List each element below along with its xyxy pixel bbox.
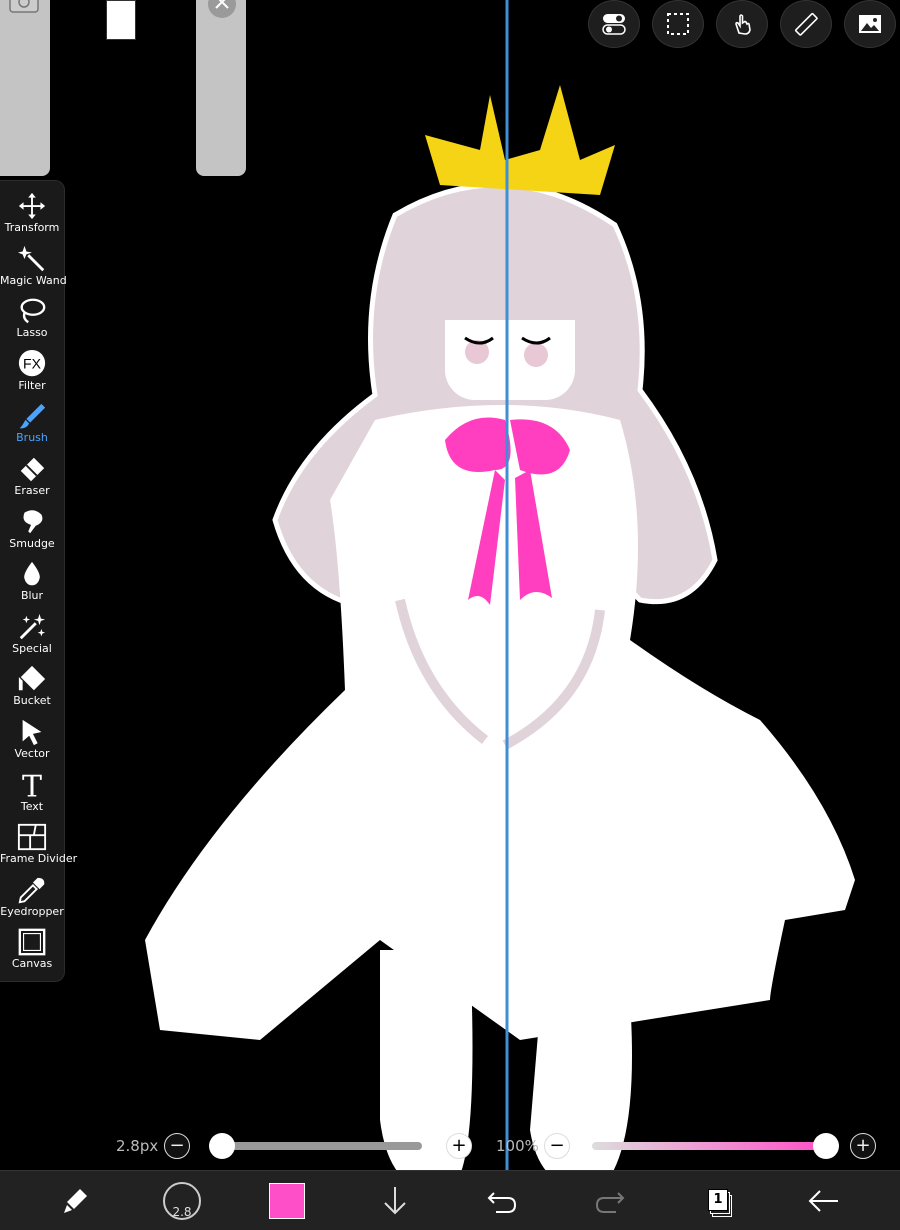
cursor-arrow-icon (22, 719, 42, 746)
droplet-icon (24, 562, 40, 586)
download-arrow-icon[interactable] (373, 1179, 417, 1223)
top-toolbar (588, 0, 896, 52)
brush-size-minus-button[interactable]: − (164, 1133, 190, 1159)
brush-size-indicator[interactable]: 2.8 (160, 1179, 204, 1223)
tool-label: Eraser (14, 484, 50, 497)
opacity-plus-button[interactable]: + (850, 1133, 876, 1159)
smudge-icon (23, 509, 43, 533)
selection-icon[interactable] (652, 0, 704, 48)
image-icon[interactable] (844, 0, 896, 48)
panel-left-slab (0, 0, 50, 176)
move-arrows-icon (18, 192, 46, 220)
tool-palette: Transform Magic Wand Lasso FX Filter Brush Era… (0, 180, 78, 982)
camera-icon[interactable] (8, 0, 40, 14)
opacity-knob[interactable] (813, 1133, 839, 1159)
tool-label: Frame Divider (0, 852, 78, 866)
lasso-icon (20, 298, 46, 324)
panel-right-slab (196, 0, 246, 176)
bucket-icon (18, 666, 46, 691)
redo-icon[interactable] (588, 1179, 632, 1223)
tool-eyedropper[interactable]: Eyedropper (0, 873, 64, 925)
tool-smudge[interactable]: Smudge (0, 505, 64, 557)
tool-magic-wand[interactable]: Magic Wand (0, 242, 67, 294)
color-picker-button[interactable] (265, 1179, 309, 1223)
drawing-canvas[interactable] (0, 0, 900, 1229)
svg-text:T: T (22, 770, 42, 800)
tool-brush[interactable]: Brush (0, 399, 64, 451)
frame-divider-icon (17, 824, 47, 851)
layers-icon[interactable]: 1 (696, 1179, 740, 1223)
tool-lasso[interactable]: Lasso (0, 294, 64, 346)
tool-frame-divider[interactable]: Frame Divider (0, 820, 78, 872)
tool-label: Bucket (13, 694, 51, 708)
canvas-thumbnail[interactable] (106, 0, 136, 40)
brush-size-label: 2.8px (116, 1137, 159, 1155)
undo-icon[interactable] (480, 1179, 524, 1223)
tool-label: Transform (4, 221, 60, 234)
brush-size-plus-button[interactable]: + (446, 1133, 472, 1159)
tool-label: Smudge (9, 536, 55, 550)
tool-bucket[interactable]: Bucket (0, 662, 64, 714)
bottom-toolbar: 2.8 1 (0, 1170, 900, 1230)
tool-canvas[interactable]: Canvas (0, 925, 64, 977)
magic-wand-icon (17, 245, 45, 271)
tool-vector[interactable]: Vector (0, 715, 64, 767)
touch-gesture-icon[interactable] (716, 0, 768, 48)
canvas-frame-icon (18, 929, 46, 956)
tool-label: Lasso (16, 326, 48, 340)
sparkle-icon (19, 613, 46, 640)
back-arrow-icon[interactable] (802, 1179, 846, 1223)
tool-label: Filter (18, 378, 46, 392)
tool-special[interactable]: Special (0, 610, 64, 662)
tool-transform[interactable]: Transform (0, 189, 64, 241)
opacity-slider[interactable] (592, 1142, 826, 1150)
ruler-icon[interactable] (780, 0, 832, 48)
brush-size-knob[interactable] (209, 1133, 235, 1159)
opacity-minus-button[interactable]: − (544, 1133, 570, 1159)
reference-panel (0, 0, 246, 176)
eraser-icon (20, 457, 45, 482)
tool-label: Special (12, 641, 52, 655)
tool-label: Magic Wand (0, 273, 67, 287)
brush-icon (19, 404, 46, 429)
text-t-icon: T (22, 770, 42, 800)
current-color-swatch (269, 1183, 305, 1219)
tool-label: Canvas (11, 957, 53, 971)
brush-settings-icon[interactable] (54, 1179, 98, 1223)
brush-size-value: 2.8 (172, 1205, 192, 1219)
tool-label: Eyedropper (0, 904, 64, 918)
slider-row: 2.8px − + 100% − + (0, 1128, 900, 1164)
toggle-icon[interactable] (588, 0, 640, 48)
brush-size-slider[interactable] (222, 1142, 422, 1150)
tool-blur[interactable]: Blur (0, 557, 64, 609)
tool-label: Blur (20, 589, 44, 603)
tool-label: Brush (16, 431, 48, 445)
opacity-label: 100% (496, 1137, 539, 1155)
tool-label: Vector (14, 747, 50, 760)
tool-filter[interactable]: FX Filter (0, 347, 64, 399)
layer-count: 1 (708, 1189, 728, 1211)
tool-label: Text (20, 799, 44, 813)
tool-text[interactable]: T Text (0, 768, 64, 820)
eyedropper-icon (18, 877, 45, 904)
fx-icon: FX (18, 349, 46, 376)
tool-eraser[interactable]: Eraser (0, 452, 64, 504)
svg-text:FX: FX (23, 355, 42, 371)
